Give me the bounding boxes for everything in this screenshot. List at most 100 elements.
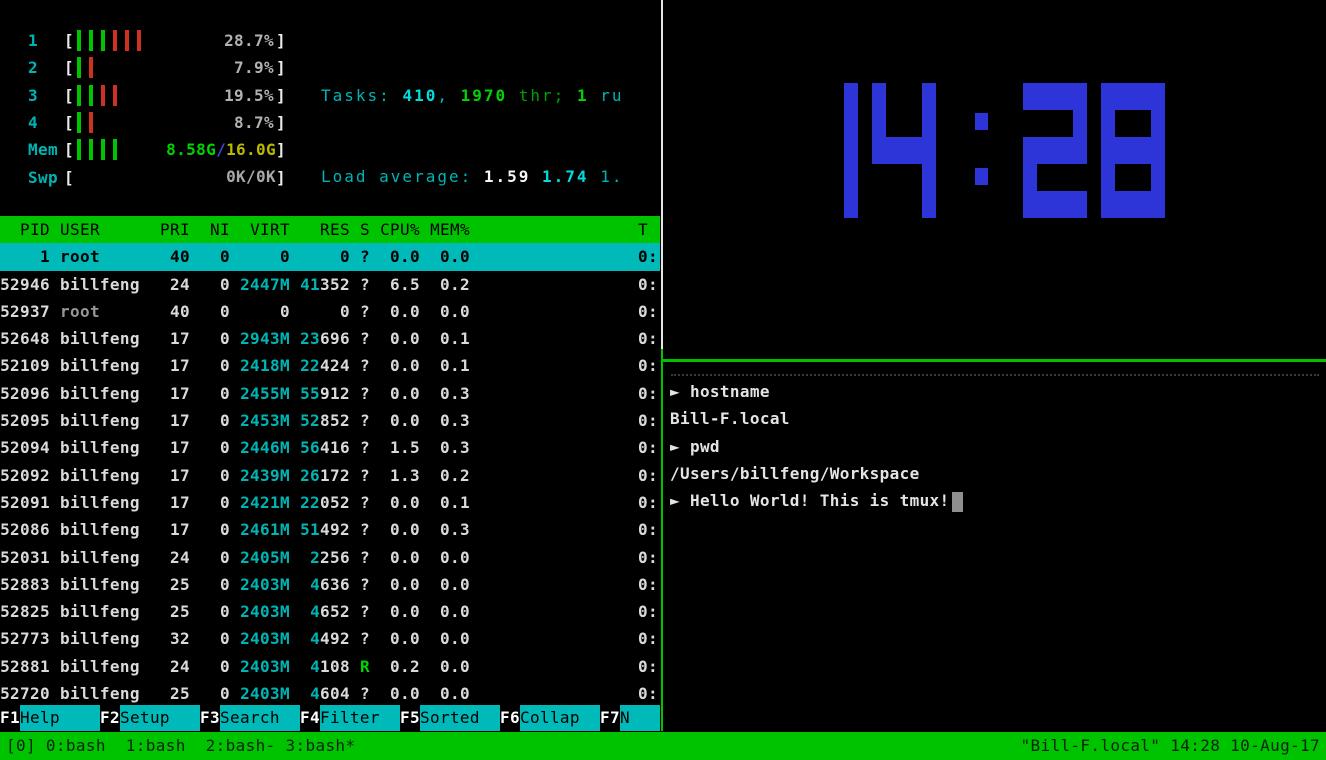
- meter-open-bracket: [: [64, 31, 74, 50]
- mem-percent-cell: 0.0: [420, 544, 470, 571]
- process-row[interactable]: 52092 billfeng 17 0 2439M 26172 ? 1.3 0.…: [0, 462, 660, 489]
- meter-close-bracket: ]: [276, 113, 286, 132]
- state-cell: ?: [350, 489, 370, 516]
- pane-border-vertical[interactable]: [661, 0, 663, 349]
- function-key-label: Setup: [120, 705, 200, 731]
- function-key-name: F2: [100, 705, 120, 731]
- process-row[interactable]: 52031 billfeng 24 0 2405M 2256 ? 0.0 0.0…: [0, 544, 660, 571]
- function-key-button[interactable]: F6Collap: [500, 705, 600, 731]
- time-cell: 0:: [470, 434, 660, 461]
- priority-cell: 17: [150, 434, 190, 461]
- cpu-meter-bar: 28.7%: [74, 27, 276, 54]
- process-row[interactable]: 1 root 40 0 0 0 ? 0.0 0.0 0:: [0, 243, 660, 270]
- process-row[interactable]: 52946 billfeng 24 0 2447M 41352 ? 6.5 0.…: [0, 271, 660, 298]
- pid-cell: 52095: [0, 407, 50, 434]
- function-key-name: F7: [600, 705, 620, 731]
- tmux-status-bar: [0] 0:bash 1:bash 2:bash- 3:bash* "Bill-…: [0, 732, 1326, 760]
- column-header-s[interactable]: S: [350, 216, 370, 243]
- clock-digit: [1023, 83, 1087, 218]
- res-cell: 2256: [290, 544, 350, 571]
- user-cell: billfeng: [60, 653, 150, 680]
- column-header-cpu[interactable]: CPU%: [370, 216, 420, 243]
- process-row[interactable]: 52094 billfeng 17 0 2446M 56416 ? 1.5 0.…: [0, 434, 660, 461]
- user-cell: billfeng: [60, 352, 150, 379]
- res-cell: 23696: [290, 325, 350, 352]
- process-row[interactable]: 52648 billfeng 17 0 2943M 23696 ? 0.0 0.…: [0, 325, 660, 352]
- process-row[interactable]: 52883 billfeng 25 0 2403M 4636 ? 0.0 0.0…: [0, 571, 660, 598]
- cpu-usage-bars: [77, 85, 125, 106]
- clock-display: [794, 83, 1179, 218]
- tmux-window-list[interactable]: [0] 0:bash 1:bash 2:bash- 3:bash*: [6, 732, 355, 760]
- process-row[interactable]: 52881 billfeng 24 0 2403M 4108 R 0.2 0.0…: [0, 653, 660, 680]
- process-row[interactable]: 52095 billfeng 17 0 2453M 52852 ? 0.0 0.…: [0, 407, 660, 434]
- mem-percent-cell: 0.0: [420, 680, 470, 707]
- nice-cell: 0: [190, 434, 230, 461]
- virt-cell: 2403M: [230, 653, 290, 680]
- res-cell: 22424: [290, 352, 350, 379]
- process-row[interactable]: 52096 billfeng 17 0 2455M 55912 ? 0.0 0.…: [0, 380, 660, 407]
- process-row[interactable]: 52773 billfeng 32 0 2403M 4492 ? 0.0 0.0…: [0, 625, 660, 652]
- user-cell: billfeng: [60, 489, 150, 516]
- process-row[interactable]: 52937 root 40 0 0 0 ? 0.0 0.0 0:: [0, 298, 660, 325]
- terminal-text: Hello World! This is tmux!: [690, 491, 950, 510]
- terminal-line: ► hostname: [670, 378, 963, 405]
- user-cell: billfeng: [60, 571, 150, 598]
- time-cell: 0:: [470, 243, 660, 270]
- process-table-header[interactable]: PID USER PRI NI VIRT RES S CPU% MEM% T: [0, 216, 660, 243]
- cpu-percent-cell: 0.0: [370, 625, 420, 652]
- state-cell: ?: [350, 380, 370, 407]
- cpu-percent-cell: 0.0: [370, 243, 420, 270]
- pid-cell: 52881: [0, 653, 50, 680]
- user-cell: billfeng: [60, 462, 150, 489]
- pid-cell: 52937: [0, 298, 50, 325]
- res-cell: 4108: [290, 653, 350, 680]
- column-header-virt[interactable]: VIRT: [230, 216, 290, 243]
- column-header-pri[interactable]: PRI: [150, 216, 190, 243]
- cpu-percent-cell: 0.0: [370, 352, 420, 379]
- time-cell: 0:: [470, 462, 660, 489]
- process-row[interactable]: 52109 billfeng 17 0 2418M 22424 ? 0.0 0.…: [0, 352, 660, 379]
- column-header-time[interactable]: T: [470, 216, 660, 243]
- time-cell: 0:: [470, 544, 660, 571]
- function-key-button[interactable]: F2Setup: [100, 705, 200, 731]
- cpu-meter-bar: 8.7%: [74, 109, 276, 136]
- cpu-percent-cell: 0.0: [370, 598, 420, 625]
- prompt-arrow-icon: ►: [670, 437, 690, 456]
- column-header-res[interactable]: RES: [290, 216, 350, 243]
- meter-close-bracket: ]: [276, 168, 286, 187]
- process-row[interactable]: 52091 billfeng 17 0 2421M 22052 ? 0.0 0.…: [0, 489, 660, 516]
- process-row[interactable]: 52825 billfeng 25 0 2403M 4652 ? 0.0 0.0…: [0, 598, 660, 625]
- function-key-button[interactable]: F5Sorted: [400, 705, 500, 731]
- function-key-button[interactable]: F1Help: [0, 705, 100, 731]
- htop-pane[interactable]: 1 [ 28.7% ] 2 [ 7.9%: [0, 0, 660, 731]
- meter-open-bracket: [: [64, 86, 74, 105]
- meter-open-bracket: [: [64, 113, 74, 132]
- column-header-mem[interactable]: MEM%: [420, 216, 470, 243]
- priority-cell: 25: [150, 598, 190, 625]
- priority-cell: 24: [150, 544, 190, 571]
- mem-percent-cell: 0.0: [420, 243, 470, 270]
- nice-cell: 0: [190, 653, 230, 680]
- function-key-button[interactable]: F4Filter: [300, 705, 400, 731]
- clock-colon: [975, 83, 988, 218]
- process-row[interactable]: 52086 billfeng 17 0 2461M 51492 ? 0.0 0.…: [0, 516, 660, 543]
- cpu-meter: 2 [ 7.9% ]: [0, 54, 286, 81]
- priority-cell: 17: [150, 407, 190, 434]
- column-header-ni[interactable]: NI: [190, 216, 230, 243]
- column-header-user[interactable]: USER: [60, 216, 150, 243]
- function-key-button[interactable]: F7N: [600, 705, 660, 731]
- function-key-label: Sorted: [420, 705, 500, 731]
- user-cell: billfeng: [60, 271, 150, 298]
- terminal-pane[interactable]: ► hostname Bill-F.local ► pwd /Users/bil…: [663, 362, 1326, 731]
- function-key-button[interactable]: F3Search: [200, 705, 300, 731]
- meter-open-bracket: [: [64, 168, 74, 187]
- column-header-pid[interactable]: PID: [0, 216, 50, 243]
- pid-cell: 52091: [0, 489, 50, 516]
- meter-close-bracket: ]: [276, 58, 286, 77]
- terminal-text: /Users/billfeng/Workspace: [670, 464, 920, 483]
- process-row[interactable]: 52720 billfeng 25 0 2403M 4604 ? 0.0 0.0…: [0, 680, 660, 707]
- pid-cell: 1: [0, 243, 50, 270]
- state-cell: ?: [350, 352, 370, 379]
- time-cell: 0:: [470, 680, 660, 707]
- state-cell: ?: [350, 544, 370, 571]
